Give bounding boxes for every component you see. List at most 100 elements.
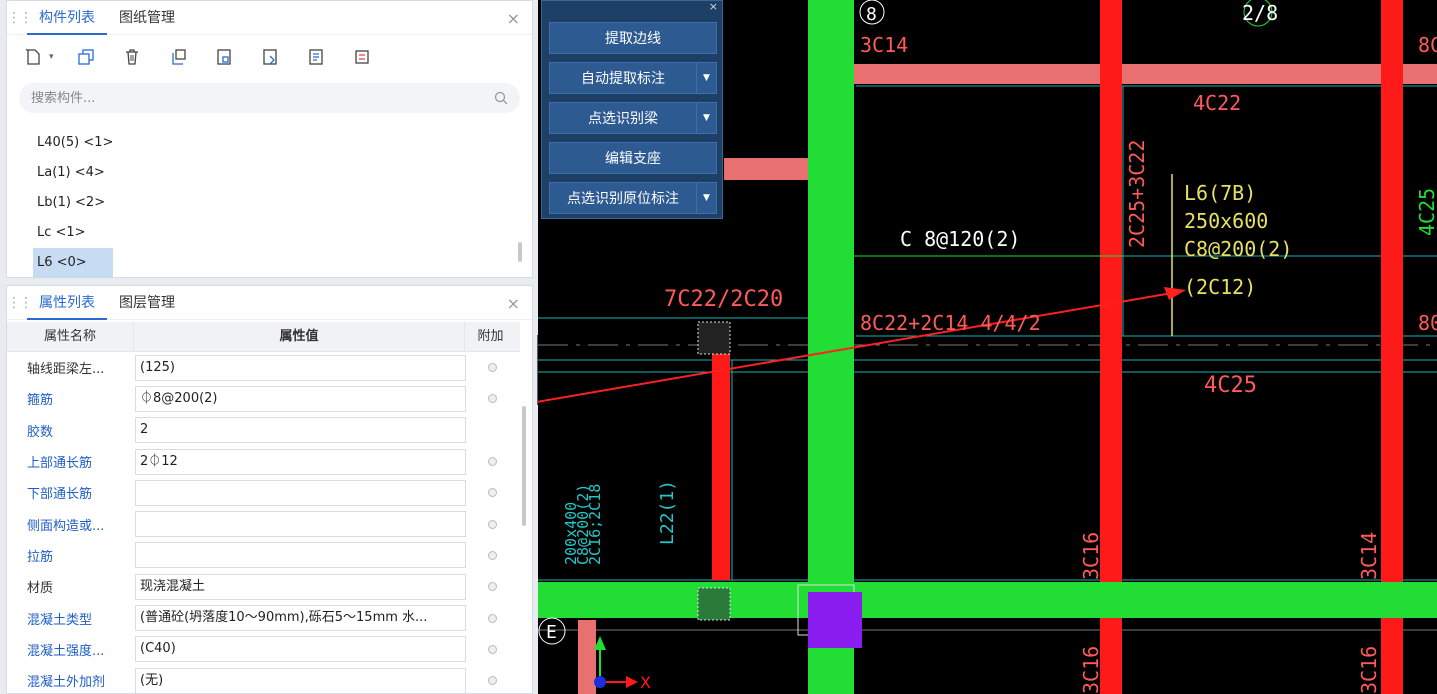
list-item-selected[interactable]: L6 <0>	[7, 248, 532, 278]
axis-x-label: X	[640, 673, 651, 692]
property-value-field[interactable]: 现浇混凝土	[135, 573, 466, 600]
beam-label: 3C16	[1079, 646, 1103, 694]
scrollbar[interactable]	[518, 242, 522, 262]
close-icon[interactable]: ×	[507, 9, 520, 28]
save-icon	[216, 49, 231, 65]
list-item[interactable]: Lb(1) <2>	[7, 188, 532, 218]
beam-label: 2/8	[1242, 1, 1278, 25]
property-name: 混凝土外加剂	[27, 675, 106, 691]
list-item[interactable]: L40(5) <1>	[7, 128, 532, 158]
scrollbar[interactable]	[522, 406, 526, 526]
property-extra-cell	[466, 550, 518, 560]
beam-spec-line: (2C12)	[1184, 275, 1256, 299]
extra-radio[interactable]	[487, 363, 497, 373]
property-value-field[interactable]: 2⏀12	[135, 448, 466, 475]
property-name: 胶数	[27, 424, 54, 440]
chevron-down-icon[interactable]: ▼	[696, 183, 716, 213]
save-to-library-button[interactable]	[210, 43, 238, 71]
drag-grip-icon[interactable]: ⋮⋮	[7, 295, 33, 311]
close-icon[interactable]: ×	[709, 0, 718, 13]
copy-button[interactable]	[72, 43, 100, 71]
search-box[interactable]	[19, 83, 520, 113]
button-label: 提取边线	[605, 31, 661, 47]
property-name: 混凝土强度...	[27, 643, 105, 659]
new-component-button[interactable]: ▾	[19, 43, 54, 71]
chevron-down-icon[interactable]: ▼	[696, 103, 716, 133]
list-item-label: Lc <1>	[37, 225, 86, 240]
extra-radio[interactable]	[487, 394, 497, 404]
properties-table: 属性名称 属性值 附加 轴线距梁左... (125) 箍筋 ⏀8@200(2) 胶数 2 上…	[7, 322, 520, 694]
copy-icon	[77, 49, 94, 65]
pick-recognize-beam-button[interactable]: 点选识别梁 ▼	[549, 102, 717, 134]
extra-radio[interactable]	[487, 519, 497, 529]
close-icon[interactable]: ×	[507, 294, 520, 313]
table-button[interactable]	[348, 43, 376, 71]
tab-drawing-management[interactable]: 图纸管理	[107, 1, 187, 35]
drag-grip-icon[interactable]: ⋮⋮	[7, 10, 33, 26]
property-extra-cell	[466, 644, 518, 654]
property-name: 拉筋	[27, 549, 54, 565]
extra-radio[interactable]	[487, 676, 497, 686]
tab-layer-management[interactable]: 图层管理	[107, 286, 187, 320]
property-value-field[interactable]: 2	[135, 417, 466, 444]
list-icon	[308, 49, 323, 65]
search-input[interactable]	[31, 90, 471, 106]
delete-button[interactable]	[118, 43, 146, 71]
property-value-field[interactable]: (C40)	[135, 636, 466, 663]
extra-radio[interactable]	[487, 457, 497, 467]
property-value-field[interactable]	[135, 511, 466, 538]
beam-label: 8C	[1418, 33, 1437, 57]
property-value-field[interactable]: (无)	[135, 667, 466, 694]
properties-tabbar: ⋮⋮ 属性列表 图层管理 ×	[7, 286, 532, 320]
beam-label: C 8@120(2)	[900, 227, 1020, 251]
property-name: 箍筋	[27, 393, 54, 409]
properties-button[interactable]	[302, 43, 330, 71]
axis-label: E	[546, 622, 557, 643]
new-file-icon	[19, 43, 47, 71]
chevron-down-icon[interactable]: ▾	[49, 52, 54, 62]
search-icon[interactable]	[494, 91, 508, 105]
extract-from-library-button[interactable]	[256, 43, 284, 71]
chevron-down-icon[interactable]: ▼	[696, 63, 716, 93]
property-row: 侧面构造或...	[7, 508, 520, 539]
ucs-icon: X	[594, 636, 651, 692]
property-name: 混凝土类型	[27, 612, 93, 628]
property-value-field[interactable]: (125)	[135, 354, 466, 381]
property-row: 轴线距梁左... (125)	[7, 352, 520, 383]
layer-copy-button[interactable]	[164, 43, 192, 71]
list-item-label: Lb(1) <2>	[37, 195, 106, 210]
extra-radio[interactable]	[487, 550, 497, 560]
property-row: 混凝土类型 (普通砼(坍落度10～90mm),砾石5～15mm 水...	[7, 602, 520, 633]
button-label: 点选识别梁	[588, 111, 658, 127]
property-value-field[interactable]	[135, 542, 466, 569]
extra-radio[interactable]	[487, 644, 497, 654]
beam-spec-line: L6(7B)	[1184, 181, 1256, 205]
list-item[interactable]: Lc <1>	[7, 218, 532, 248]
pick-recognize-inplace-label-button[interactable]: 点选识别原位标注 ▼	[549, 182, 717, 214]
component-toolbar: ▾	[7, 35, 532, 79]
extra-radio[interactable]	[487, 488, 497, 498]
tab-component-list[interactable]: 构件列表	[27, 1, 107, 35]
header-name: 属性名称	[43, 329, 96, 344]
list-item[interactable]: La(1) <4>	[7, 158, 532, 188]
property-row: 混凝土强度... (C40)	[7, 634, 520, 665]
tab-properties[interactable]: 属性列表	[27, 286, 107, 320]
property-value-field[interactable]: (普通砼(坍落度10～90mm),砾石5～15mm 水...	[135, 605, 466, 632]
extract-edge-button[interactable]: 提取边线	[549, 22, 717, 54]
auto-extract-label-button[interactable]: 自动提取标注 ▼	[549, 62, 717, 94]
extra-radio[interactable]	[487, 613, 497, 623]
trash-icon	[125, 49, 138, 65]
property-extra-cell	[466, 519, 518, 529]
property-row: 混凝土外加剂 (无)	[7, 665, 520, 694]
property-extra-cell	[466, 457, 518, 467]
edit-support-button[interactable]: 编辑支座	[549, 142, 717, 174]
beam-label: 4C22	[1193, 91, 1241, 115]
property-value-field[interactable]: ⏀8@200(2)	[135, 385, 466, 412]
property-row: 上部通长筋 2⏀12	[7, 446, 520, 477]
extra-radio[interactable]	[487, 582, 497, 592]
property-name: 上部通长筋	[27, 456, 93, 472]
beam-label: 80	[1418, 311, 1437, 335]
list-item-label: La(1) <4>	[37, 165, 105, 180]
property-value-field[interactable]	[135, 479, 466, 506]
component-tabbar: ⋮⋮ 构件列表 图纸管理 ×	[7, 1, 532, 35]
